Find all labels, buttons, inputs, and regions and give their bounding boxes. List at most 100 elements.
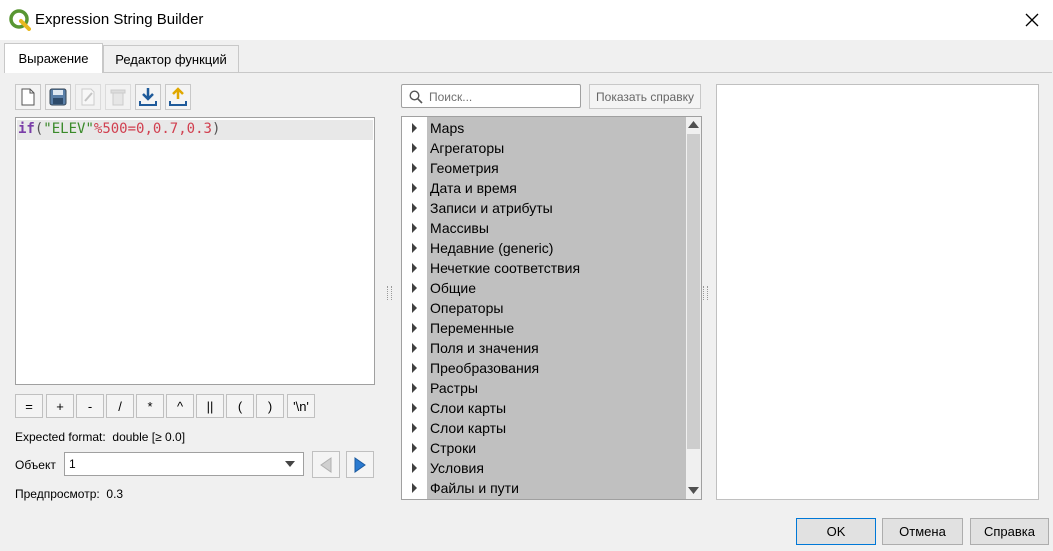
code-token: 0.3 [186,121,212,137]
tree-item-label: Слои карты [430,400,507,416]
operator-concat-button[interactable]: || [196,394,224,418]
expand-arrow-icon[interactable] [412,243,417,253]
arrow-left-icon [320,456,332,473]
expected-format-label: Expected format: double [≥ 0.0] [15,430,185,444]
save-icon[interactable] [45,84,71,110]
code-token: if [18,121,35,137]
tree-item-label: Общие [430,280,477,296]
tree-item-label: Дата и время [430,180,517,196]
operator-equals-button[interactable]: = [15,394,43,418]
tab-label: Выражение [18,51,89,66]
expand-arrow-icon[interactable] [412,423,417,433]
expand-arrow-icon[interactable] [412,263,417,273]
operator-power-button[interactable]: ^ [166,394,194,418]
splitter-handle[interactable] [387,286,392,300]
expand-arrow-icon[interactable] [412,203,417,213]
expand-arrow-icon[interactable] [412,223,417,233]
export-icon[interactable] [165,84,191,110]
tree-item[interactable]: Операторы [402,298,685,318]
tree-item[interactable]: Maps [402,118,685,138]
tree-item[interactable]: Дата и время [402,178,685,198]
object-combo-value: 1 [69,457,76,471]
object-combo[interactable]: 1 [64,452,304,476]
help-panel [716,84,1039,500]
cancel-button[interactable]: Отмена [882,518,963,545]
tree-item[interactable]: Поля и значения [402,338,685,358]
tab-label: Редактор функций [115,52,227,67]
tree-item[interactable]: Нечеткие соответствия [402,258,685,278]
tree-item-label: Строки [430,440,477,456]
operator-minus-button[interactable]: - [76,394,104,418]
tree-item[interactable]: Растры [402,378,685,398]
tree-item[interactable]: Записи и атрибуты [402,198,685,218]
scroll-down-icon[interactable] [688,487,699,494]
expression-editor[interactable]: if("ELEV"%500=0,0.7,0.3) [15,117,375,385]
import-icon[interactable] [135,84,161,110]
tree-item-label: Файлы и пути [430,480,519,496]
code-token: , [144,121,153,137]
function-tree[interactable]: Maps Агрегаторы Геометрия Дата и время З… [401,116,702,500]
tree-item[interactable]: Файлы и пути [402,478,685,498]
expand-arrow-icon[interactable] [412,183,417,193]
operator-close-paren-button[interactable]: ) [256,394,284,418]
expand-arrow-icon[interactable] [412,383,417,393]
search-icon [409,90,423,104]
object-label: Объект [15,458,56,472]
expand-arrow-icon[interactable] [412,443,417,453]
edit-icon[interactable] [75,84,101,110]
title-bar: Expression String Builder [0,0,1053,40]
new-file-icon[interactable] [15,84,41,110]
tab-function-editor[interactable]: Редактор функций [103,45,239,73]
expand-arrow-icon[interactable] [412,283,417,293]
next-feature-button[interactable] [346,451,374,478]
tree-scrollbar[interactable] [686,117,701,499]
tree-item[interactable]: Недавние (generic) [402,238,685,258]
expected-format-value: double [≥ 0.0] [112,430,186,444]
expand-arrow-icon[interactable] [412,463,417,473]
expand-arrow-icon[interactable] [412,363,417,373]
chevron-down-icon [285,461,295,467]
tab-expression[interactable]: Выражение [4,43,103,73]
splitter-handle[interactable] [703,286,708,300]
tree-item[interactable]: Общие [402,278,685,298]
operator-open-paren-button[interactable]: ( [226,394,254,418]
tree-item[interactable]: Условия [402,458,685,478]
tree-item[interactable]: Слои карты [402,398,685,418]
show-help-button[interactable]: Показать справку [589,84,701,109]
expand-arrow-icon[interactable] [412,303,417,313]
window-title: Expression String Builder [35,11,204,28]
operator-plus-button[interactable]: + [46,394,74,418]
tree-item-label: Нечеткие соответствия [430,260,581,276]
tree-item[interactable]: Переменные [402,318,685,338]
scrollbar-thumb[interactable] [687,134,700,449]
close-icon[interactable] [1018,6,1046,34]
tree-item[interactable]: Геометрия [402,158,685,178]
previous-feature-button[interactable] [312,451,340,478]
expand-arrow-icon[interactable] [412,323,417,333]
operator-newline-button[interactable]: '\n' [287,394,315,418]
ok-button[interactable]: OK [796,518,876,545]
tree-item-label: Записи и атрибуты [430,200,553,216]
expand-arrow-icon[interactable] [412,343,417,353]
scroll-up-icon[interactable] [688,121,699,128]
tree-item-label: Слои карты [430,420,507,436]
search-input[interactable]: Поиск... [401,84,581,108]
code-token: = [127,121,137,137]
tree-item[interactable]: Строки [402,438,685,458]
tree-item-label: Растры [430,380,478,396]
tree-item[interactable]: Преобразования [402,358,685,378]
tree-item[interactable]: Массивы [402,218,685,238]
operator-divide-button[interactable]: / [106,394,134,418]
tree-item-label: Массивы [430,220,489,236]
operator-multiply-button[interactable]: * [136,394,164,418]
expand-arrow-icon[interactable] [412,403,417,413]
expand-arrow-icon[interactable] [412,483,417,493]
expand-arrow-icon[interactable] [412,143,417,153]
expand-arrow-icon[interactable] [412,163,417,173]
expand-arrow-icon[interactable] [412,123,417,133]
delete-icon[interactable] [105,84,131,110]
help-button[interactable]: Справка [970,518,1049,545]
tree-item-label: Поля и значения [430,340,539,356]
tree-item[interactable]: Агрегаторы [402,138,685,158]
tree-item[interactable]: Слои карты [402,418,685,438]
